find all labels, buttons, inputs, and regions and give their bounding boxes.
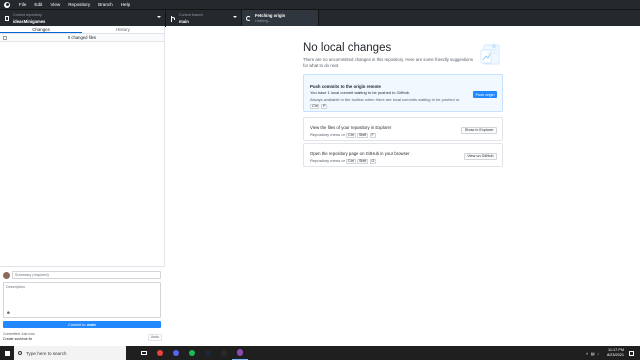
shortcut-key: P bbox=[321, 103, 328, 110]
github-card-title: Open the repository page on GitHub in yo… bbox=[310, 151, 410, 156]
page-title: No local changes bbox=[303, 42, 392, 54]
shortcut-key: Shift bbox=[357, 132, 369, 139]
menu-edit[interactable]: Edit bbox=[30, 2, 46, 7]
chevron-down-icon bbox=[157, 16, 161, 18]
shortcut-key: Ctrl bbox=[346, 158, 356, 165]
undo-button[interactable]: Undo bbox=[147, 334, 162, 341]
task-view-taskbar-button[interactable] bbox=[136, 346, 152, 360]
tray-icons: ˄ ▤ ♩ bbox=[586, 351, 601, 356]
fetch-origin-button[interactable]: Fetching origin Hashing... bbox=[242, 10, 319, 27]
steam-taskbar-button[interactable] bbox=[200, 346, 216, 360]
chrome-icon bbox=[156, 349, 164, 357]
volume-icon[interactable]: ♩ bbox=[597, 351, 601, 356]
notification-center-icon[interactable] bbox=[629, 350, 634, 356]
explorer-card-hint-text: Repository menu or bbox=[310, 131, 345, 137]
commit-summary-input[interactable] bbox=[12, 271, 161, 279]
tab-changes[interactable]: Changes bbox=[0, 26, 82, 33]
chevron-down-icon bbox=[233, 16, 237, 18]
select-all-checkbox[interactable] bbox=[3, 35, 7, 40]
github-desktop-taskbar-button[interactable] bbox=[232, 346, 248, 360]
start-button[interactable] bbox=[0, 346, 14, 360]
current-branch-button[interactable]: Current branch main bbox=[166, 10, 242, 27]
menu-repository[interactable]: Repository bbox=[64, 2, 94, 7]
menu-help[interactable]: Help bbox=[117, 2, 134, 7]
sync-icon bbox=[246, 16, 251, 21]
page-subtitle: There are no uncommitted changes in this… bbox=[303, 57, 473, 68]
system-tray: ˄ ▤ ♩ 11:17 PM 8/23/2021 bbox=[586, 346, 634, 360]
discord-icon bbox=[172, 349, 180, 357]
main-content: No local changes There are no uncommitte… bbox=[166, 26, 640, 346]
push-card-hint: Always available in the toolbar when the… bbox=[310, 97, 460, 102]
shortcut-key: Shift bbox=[357, 158, 369, 165]
tab-history[interactable]: History bbox=[82, 26, 164, 33]
epic-games-icon bbox=[220, 349, 228, 357]
push-card-shortcut: Ctrl P bbox=[310, 103, 328, 110]
add-coauthor-icon[interactable]: ☻ bbox=[6, 310, 12, 315]
sidebar-tabs: Changes History bbox=[0, 26, 164, 34]
shortcut-key: Ctrl bbox=[346, 132, 356, 139]
menu-bar: File Edit View Repository Branch Help bbox=[0, 0, 640, 9]
spotify-icon bbox=[188, 349, 196, 357]
show-in-explorer-card: View the files of your repository in Exp… bbox=[303, 117, 503, 141]
commit-button-label: Commit to bbox=[68, 322, 86, 327]
last-commit-info: Committed Just now Create sushiroe.fix bbox=[3, 332, 161, 341]
changes-list-header: 0 changed files bbox=[0, 34, 164, 42]
network-icon[interactable]: ▤ bbox=[591, 351, 595, 356]
commit-button-branch: main bbox=[86, 322, 96, 327]
github-card-hint-text: Repository menu or bbox=[310, 157, 345, 163]
shortcut-key: G bbox=[369, 158, 377, 165]
current-branch-name: main bbox=[179, 18, 189, 24]
show-in-explorer-button[interactable]: Show in Explorer bbox=[461, 126, 497, 134]
view-on-github-card: Open the repository page on GitHub in yo… bbox=[303, 143, 503, 167]
commit-description-box: ☻ bbox=[3, 282, 161, 318]
taskbar-search-placeholder: Type here to search bbox=[26, 350, 67, 356]
commit-button[interactable]: Commit to main bbox=[3, 321, 161, 328]
fetch-origin-status: Hashing... bbox=[255, 18, 272, 23]
chrome-taskbar-button[interactable] bbox=[152, 346, 168, 360]
taskbar-apps bbox=[136, 346, 248, 360]
epic-games-taskbar-button[interactable] bbox=[216, 346, 232, 360]
view-on-github-button[interactable]: View on GitHub bbox=[463, 152, 497, 160]
shortcut-key: Ctrl bbox=[310, 103, 320, 110]
current-repository-name: ideasMinigames bbox=[13, 18, 46, 24]
chevron-up-icon[interactable]: ˄ bbox=[586, 351, 588, 356]
menu-branch[interactable]: Branch bbox=[94, 2, 117, 7]
search-icon bbox=[18, 351, 22, 355]
last-commit-summary: Create sushiroe.fix bbox=[3, 336, 33, 341]
explorer-card-title: View the files of your repository in Exp… bbox=[310, 125, 392, 130]
menu-file[interactable]: File bbox=[15, 2, 30, 7]
clock-date: 8/23/2021 bbox=[607, 353, 624, 357]
push-card-text: You have 1 local commit waiting to be pu… bbox=[310, 90, 411, 95]
push-origin-button[interactable]: Push origin bbox=[473, 91, 497, 98]
github-desktop-window: File Edit View Repository Branch Help Cu… bbox=[0, 0, 640, 346]
github-card-hint: Repository menu or Ctrl Shift G bbox=[310, 157, 377, 165]
steam-icon bbox=[204, 349, 212, 357]
discord-taskbar-button[interactable] bbox=[168, 346, 184, 360]
repository-icon bbox=[4, 16, 9, 21]
branch-icon bbox=[171, 15, 175, 22]
spotify-taskbar-button[interactable] bbox=[184, 346, 200, 360]
current-repository-button[interactable]: Current repository ideasMinigames bbox=[0, 10, 166, 27]
shortcut-key: F bbox=[369, 132, 376, 139]
toolbar: Current repository ideasMinigames Curren… bbox=[0, 9, 640, 27]
explorer-card-hint: Repository menu or Ctrl Shift F bbox=[310, 132, 376, 139]
menu-view[interactable]: View bbox=[46, 2, 64, 7]
taskbar-clock[interactable]: 11:17 PM 8/23/2021 bbox=[607, 348, 624, 358]
commit-description-input[interactable] bbox=[4, 283, 160, 309]
windows-taskbar: Type here to search ˄ ▤ ♩ 11:17 PM 8/23/… bbox=[0, 346, 640, 360]
taskbar-search-box[interactable]: Type here to search bbox=[14, 346, 126, 360]
github-desktop-icon bbox=[236, 349, 244, 356]
windows-logo-icon bbox=[4, 350, 10, 356]
github-logo-icon bbox=[4, 1, 10, 8]
commit-message-area: ☻ Commit to main Committed Just now Crea… bbox=[0, 266, 165, 346]
sidebar: Changes History 0 changed files ☻ Commit… bbox=[0, 26, 165, 346]
task-view-icon bbox=[141, 350, 147, 356]
avatar bbox=[3, 271, 10, 279]
push-commits-card: Push commits to the origin remote You ha… bbox=[303, 74, 503, 112]
no-changes-illustration-icon bbox=[480, 43, 500, 65]
changed-files-count: 0 changed files bbox=[67, 35, 97, 40]
push-card-title: Push commits to the origin remote bbox=[310, 84, 381, 89]
